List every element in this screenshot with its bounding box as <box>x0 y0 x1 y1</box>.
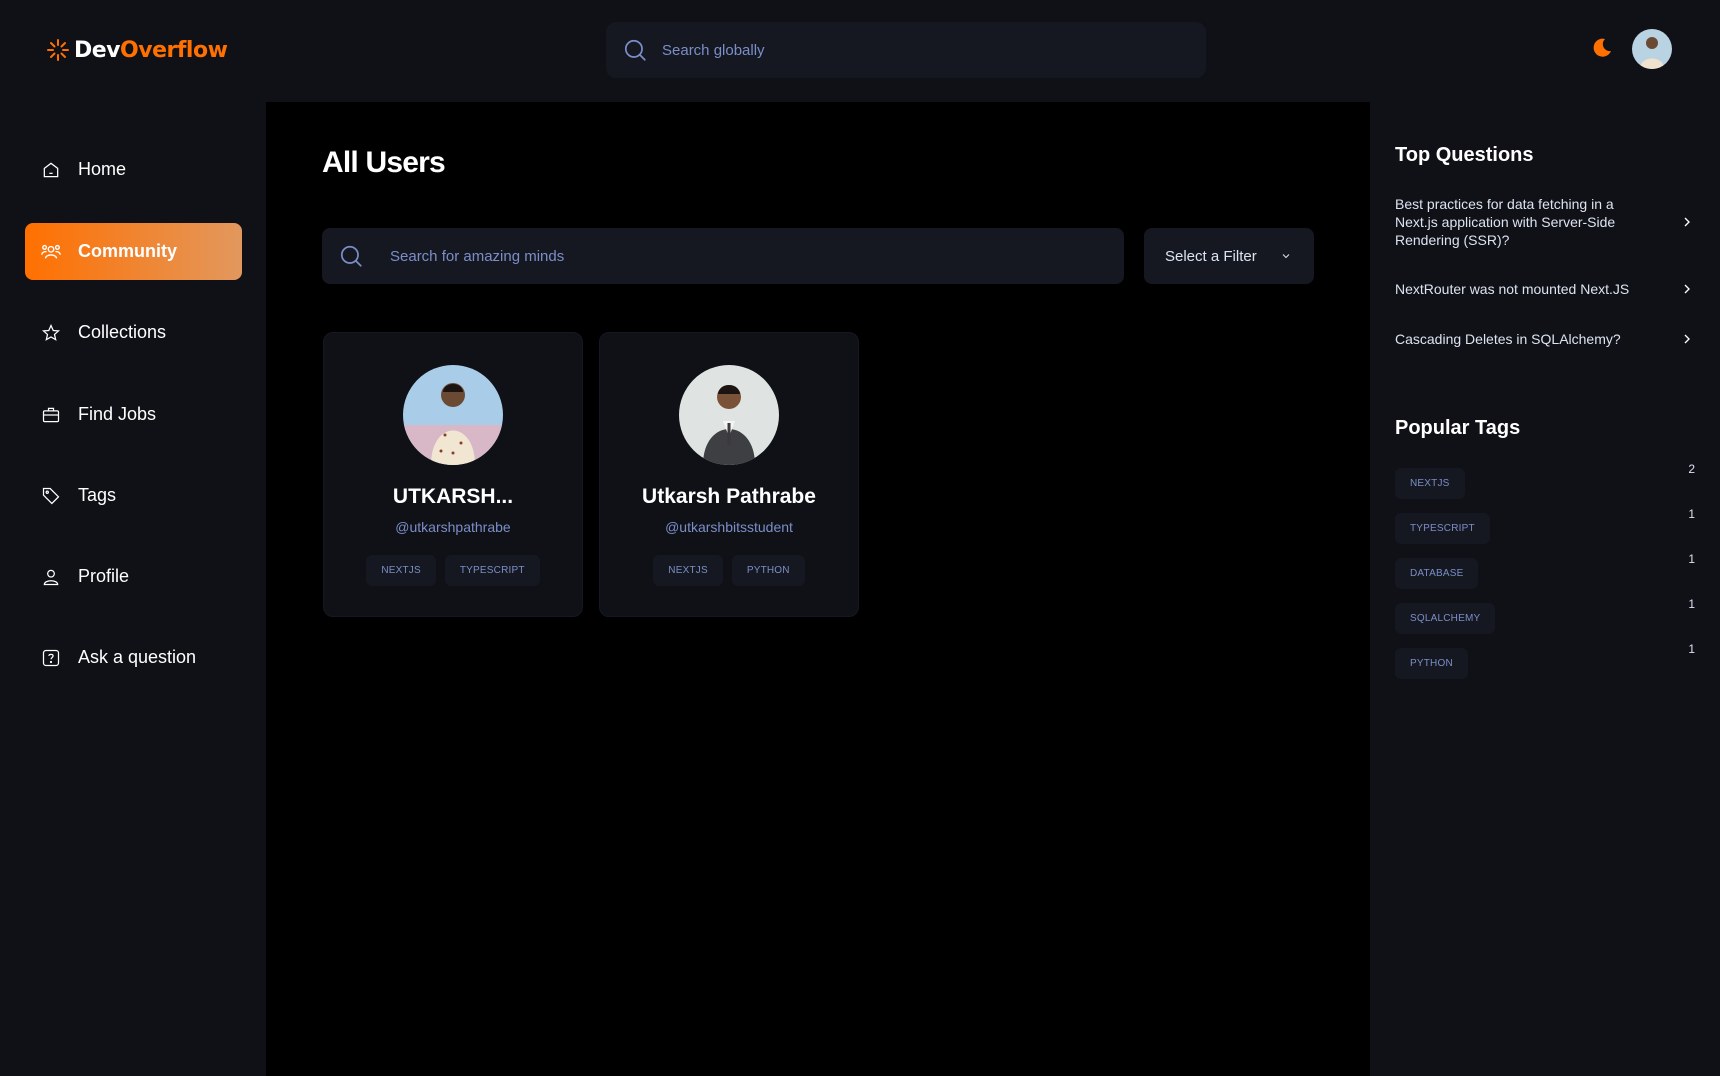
logo-text-dev: Dev <box>74 37 121 63</box>
user-tags: NEXTJS TYPESCRIPT <box>366 555 540 586</box>
user-icon <box>40 566 62 588</box>
popular-tag-row[interactable]: TYPESCRIPT 1 <box>1395 507 1695 544</box>
sidebar-item-label: Tags <box>78 485 117 505</box>
user-handle: @utkarshbitsstudent <box>665 519 793 535</box>
filter-select[interactable]: Select a Filter <box>1144 228 1314 284</box>
page-title: All Users <box>322 146 446 179</box>
user-search-bar[interactable] <box>322 228 1124 284</box>
sidebar-item-community[interactable]: Community <box>25 223 242 280</box>
filter-select-label: Select a Filter <box>1165 247 1257 265</box>
tag-count: 1 <box>1688 507 1695 521</box>
nav-user-avatar[interactable] <box>1632 29 1672 69</box>
user-card[interactable]: UTKARSH... @utkarshpathrabe NEXTJS TYPES… <box>323 332 583 617</box>
chevron-right-icon <box>1684 334 1690 344</box>
tag-badge[interactable]: NEXTJS <box>653 555 723 586</box>
chevron-right-icon <box>1684 284 1690 294</box>
question-icon <box>40 647 62 669</box>
users-icon <box>40 241 62 263</box>
tag-count: 2 <box>1688 462 1695 476</box>
tag-count: 1 <box>1688 597 1695 611</box>
top-navbar: DevOverflow <box>0 0 1720 102</box>
sidebar-item-label: Home <box>78 159 127 179</box>
sidebar-item-home[interactable]: Home <box>25 141 242 198</box>
user-name: Utkarsh Pathrabe <box>642 485 816 508</box>
sidebar-item-tags[interactable]: Tags <box>25 467 242 524</box>
tag-count: 1 <box>1688 642 1695 656</box>
top-questions-title: Top Questions <box>1395 144 1534 166</box>
popular-tag-row[interactable]: PYTHON 1 <box>1395 642 1695 679</box>
sidebar-item-find-jobs[interactable]: Find Jobs <box>25 386 242 443</box>
tag-badge[interactable]: PYTHON <box>731 555 805 586</box>
tag-badge[interactable]: TYPESCRIPT <box>444 555 540 586</box>
popular-tag-row[interactable]: NEXTJS 2 <box>1395 462 1695 499</box>
top-question-item[interactable]: NextRouter was not mounted Next.JS <box>1395 280 1695 298</box>
question-text: NextRouter was not mounted Next.JS <box>1395 281 1630 297</box>
star-icon <box>40 322 62 344</box>
tag-badge[interactable]: SQLALCHEMY <box>1395 603 1496 634</box>
popular-tag-row[interactable]: SQLALCHEMY 1 <box>1395 597 1695 634</box>
sidebar-item-label: Find Jobs <box>78 404 157 424</box>
tag-badge[interactable]: NEXTJS <box>1395 468 1465 499</box>
chevron-right-icon <box>1684 217 1690 227</box>
right-sidebar: Top Questions Best practices for data fe… <box>1370 102 1720 1076</box>
sidebar-item-collections[interactable]: Collections <box>25 304 242 361</box>
chevron-down-icon <box>1282 254 1290 259</box>
tag-badge[interactable]: DATABASE <box>1395 558 1479 589</box>
tag-badge[interactable]: TYPESCRIPT <box>1395 513 1490 544</box>
user-handle: @utkarshpathrabe <box>395 519 511 535</box>
user-name: UTKARSH... <box>392 485 514 508</box>
user-search-input[interactable] <box>390 247 1090 265</box>
main-content: All Users Select a Filter UTKARSH... @ut… <box>266 102 1370 1076</box>
sidebar-item-label: Profile <box>78 566 130 586</box>
site-logo[interactable]: DevOverflow <box>46 36 228 64</box>
left-sidebar: Home Community Collections Find Jobs Tag… <box>0 102 266 1076</box>
top-question-item[interactable]: Cascading Deletes in SQLAlchemy? <box>1395 330 1695 348</box>
user-card[interactable]: Utkarsh Pathrabe @utkarshbitsstudent NEX… <box>599 332 859 617</box>
search-icon <box>340 245 362 267</box>
tag-count: 1 <box>1688 552 1695 566</box>
home-icon <box>40 159 62 181</box>
global-search-bar[interactable] <box>606 22 1206 78</box>
user-avatar[interactable] <box>403 365 503 465</box>
popular-tag-row[interactable]: DATABASE 1 <box>1395 552 1695 589</box>
top-question-item[interactable]: Best practices for data fetching in a Ne… <box>1395 195 1695 249</box>
suitcase-icon <box>40 404 62 426</box>
sidebar-item-profile[interactable]: Profile <box>25 548 242 605</box>
tag-badge[interactable]: NEXTJS <box>366 555 436 586</box>
user-tags: NEXTJS PYTHON <box>653 555 805 586</box>
user-avatar[interactable] <box>679 365 779 465</box>
sidebar-item-label: Community <box>78 241 177 261</box>
tag-icon <box>40 485 62 507</box>
sidebar-item-label: Ask a question <box>78 647 197 667</box>
logo-text-overflow: Overflow <box>120 37 228 63</box>
sidebar-item-ask-question[interactable]: Ask a question <box>25 629 242 686</box>
tag-badge[interactable]: PYTHON <box>1395 648 1468 679</box>
search-icon <box>624 39 646 61</box>
global-search-input[interactable] <box>662 41 1142 59</box>
popular-tags-title: Popular Tags <box>1395 417 1521 439</box>
moon-icon[interactable] <box>1590 36 1614 60</box>
question-text: Best practices for data fetching in a Ne… <box>1395 196 1616 248</box>
logo-icon <box>47 39 69 61</box>
sidebar-item-label: Collections <box>78 322 167 342</box>
question-text: Cascading Deletes in SQLAlchemy? <box>1395 331 1621 347</box>
